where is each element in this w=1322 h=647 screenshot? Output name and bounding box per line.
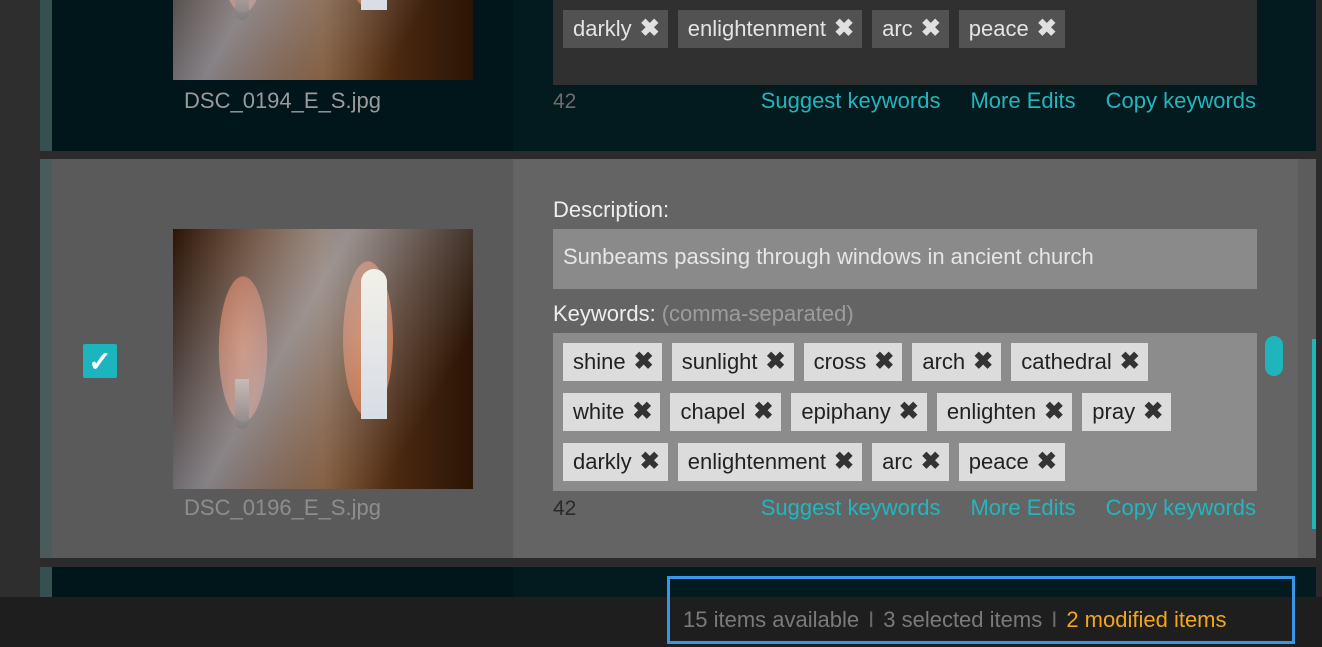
keyword-text: peace [968, 16, 1029, 41]
keyword-text: cathedral [1021, 349, 1112, 374]
keyword-text: chapel [680, 399, 746, 424]
suggest-keywords-link[interactable]: Suggest keywords [761, 88, 941, 114]
window-shape [361, 0, 387, 10]
more-edits-link[interactable]: More Edits [970, 495, 1075, 521]
keyword-text: shine [573, 349, 626, 374]
close-icon[interactable]: ✖ [1143, 400, 1163, 424]
item-actions: Suggest keywords More Edits Copy keyword… [761, 88, 1256, 114]
keyword-chip[interactable]: arc ✖ [872, 10, 949, 48]
close-icon[interactable]: ✖ [640, 17, 660, 41]
more-edits-link[interactable]: More Edits [970, 88, 1075, 114]
scroll-column [1298, 0, 1316, 151]
keyword-chip[interactable]: peace ✖ [958, 443, 1065, 481]
lamp-shape [235, 0, 249, 20]
keyword-chip[interactable]: arc ✖ [872, 443, 949, 481]
keyword-chip[interactable]: cathedral ✖ [1011, 343, 1148, 381]
close-icon[interactable]: ✖ [632, 400, 652, 424]
status-highlight-box [667, 576, 1295, 644]
scroll-column [1298, 567, 1316, 597]
keyword-chip[interactable]: enlightenment ✖ [677, 443, 863, 481]
keywords-label-text: Keywords: [553, 301, 656, 326]
suggest-keywords-link[interactable]: Suggest keywords [761, 495, 941, 521]
keyword-chip[interactable]: darkly ✖ [563, 443, 668, 481]
keyword-text: arc [882, 16, 913, 41]
select-checkbox[interactable]: ✓ [83, 344, 117, 378]
close-icon[interactable]: ✖ [921, 17, 941, 41]
filename: DSC_0196_E_S.jpg [184, 495, 381, 520]
keyword-chip[interactable]: chapel ✖ [670, 393, 782, 431]
keyword-count: 42 [553, 497, 577, 520]
close-icon[interactable]: ✖ [1044, 400, 1064, 424]
copy-keywords-link[interactable]: Copy keywords [1106, 88, 1256, 114]
keyword-text: darkly [573, 449, 632, 474]
description-input[interactable]: Sunbeams passing through windows in anci… [553, 229, 1257, 289]
keyword-chip[interactable]: pray ✖ [1082, 393, 1172, 431]
close-icon[interactable]: ✖ [640, 450, 660, 474]
keyword-text: enlighten [946, 399, 1037, 424]
close-icon[interactable]: ✖ [921, 450, 941, 474]
keyword-text: enlightenment [687, 449, 827, 474]
keyword-text: cross [813, 349, 867, 374]
keyword-text: white [573, 399, 625, 424]
description-label: Description: [553, 197, 669, 223]
keyword-text: enlightenment [687, 16, 827, 41]
keyword-text: arch [922, 349, 966, 374]
close-icon[interactable]: ✖ [1037, 450, 1057, 474]
filename: DSC_0194_E_S.jpg [184, 88, 381, 113]
keyword-chip[interactable]: enlighten ✖ [936, 393, 1073, 431]
window-shape [361, 269, 387, 419]
item-edge [40, 0, 52, 151]
keyword-text: peace [968, 449, 1029, 474]
keyword-chip[interactable]: shine ✖ [563, 343, 662, 381]
item-edge [40, 567, 52, 597]
close-icon[interactable]: ✖ [834, 17, 854, 41]
keyword-chip[interactable]: cross ✖ [803, 343, 903, 381]
description-label-text: Description: [553, 197, 670, 222]
keywords-scrollbar-thumb[interactable] [1265, 336, 1283, 376]
keyword-text: arc [882, 449, 913, 474]
keyword-text: darkly [573, 16, 632, 41]
keyword-text: pray [1092, 399, 1136, 424]
item-edge [40, 159, 52, 558]
close-icon[interactable]: ✖ [973, 350, 993, 374]
keyword-text: epiphany [801, 399, 891, 424]
close-icon[interactable]: ✖ [634, 350, 654, 374]
close-icon[interactable]: ✖ [899, 400, 919, 424]
lamp-shape [235, 379, 249, 429]
item-card[interactable]: DSC_0194_E_S.jpg white✖chapel✖epiphany✖e… [40, 0, 1316, 151]
item-card-selected[interactable]: ✓ DSC_0196_E_S.jpg Description: Sunbeams… [40, 159, 1316, 558]
keywords-hint: (comma-separated) [661, 301, 854, 326]
close-icon[interactable]: ✖ [1037, 17, 1057, 41]
keywords-box[interactable]: white✖chapel✖epiphany✖enlighten✖pray✖dar… [553, 0, 1257, 85]
checkmark-icon: ✓ [88, 345, 112, 377]
keyword-chip[interactable]: peace ✖ [958, 10, 1065, 48]
keyword-chip[interactable]: white ✖ [563, 393, 661, 431]
keyword-chip[interactable]: enlightenment ✖ [677, 10, 863, 48]
keyword-chip[interactable]: epiphany ✖ [791, 393, 927, 431]
keyword-chip[interactable]: darkly ✖ [563, 10, 668, 48]
keyword-chip[interactable]: sunlight ✖ [671, 343, 794, 381]
close-icon[interactable]: ✖ [753, 400, 773, 424]
thumbnail-image[interactable] [173, 0, 473, 80]
close-icon[interactable]: ✖ [834, 450, 854, 474]
left-gutter [0, 0, 40, 597]
thumbnail-column [52, 567, 513, 597]
keywords-box[interactable]: shine ✖ sunlight ✖ cross ✖ arch ✖ cathedral ✖ whit… [553, 333, 1257, 491]
keyword-text: sunlight [681, 349, 758, 374]
item-actions: Suggest keywords More Edits Copy keyword… [761, 495, 1256, 521]
list-scrollbar[interactable] [1312, 339, 1316, 529]
close-icon[interactable]: ✖ [874, 350, 894, 374]
thumbnail-image[interactable] [173, 229, 473, 489]
right-gutter [1316, 0, 1322, 597]
copy-keywords-link[interactable]: Copy keywords [1106, 495, 1256, 521]
close-icon[interactable]: ✖ [1120, 350, 1140, 374]
close-icon[interactable]: ✖ [766, 350, 786, 374]
keyword-chip[interactable]: arch ✖ [912, 343, 1002, 381]
keyword-count: 42 [553, 90, 577, 113]
keywords-label: Keywords: (comma-separated) [553, 301, 854, 327]
